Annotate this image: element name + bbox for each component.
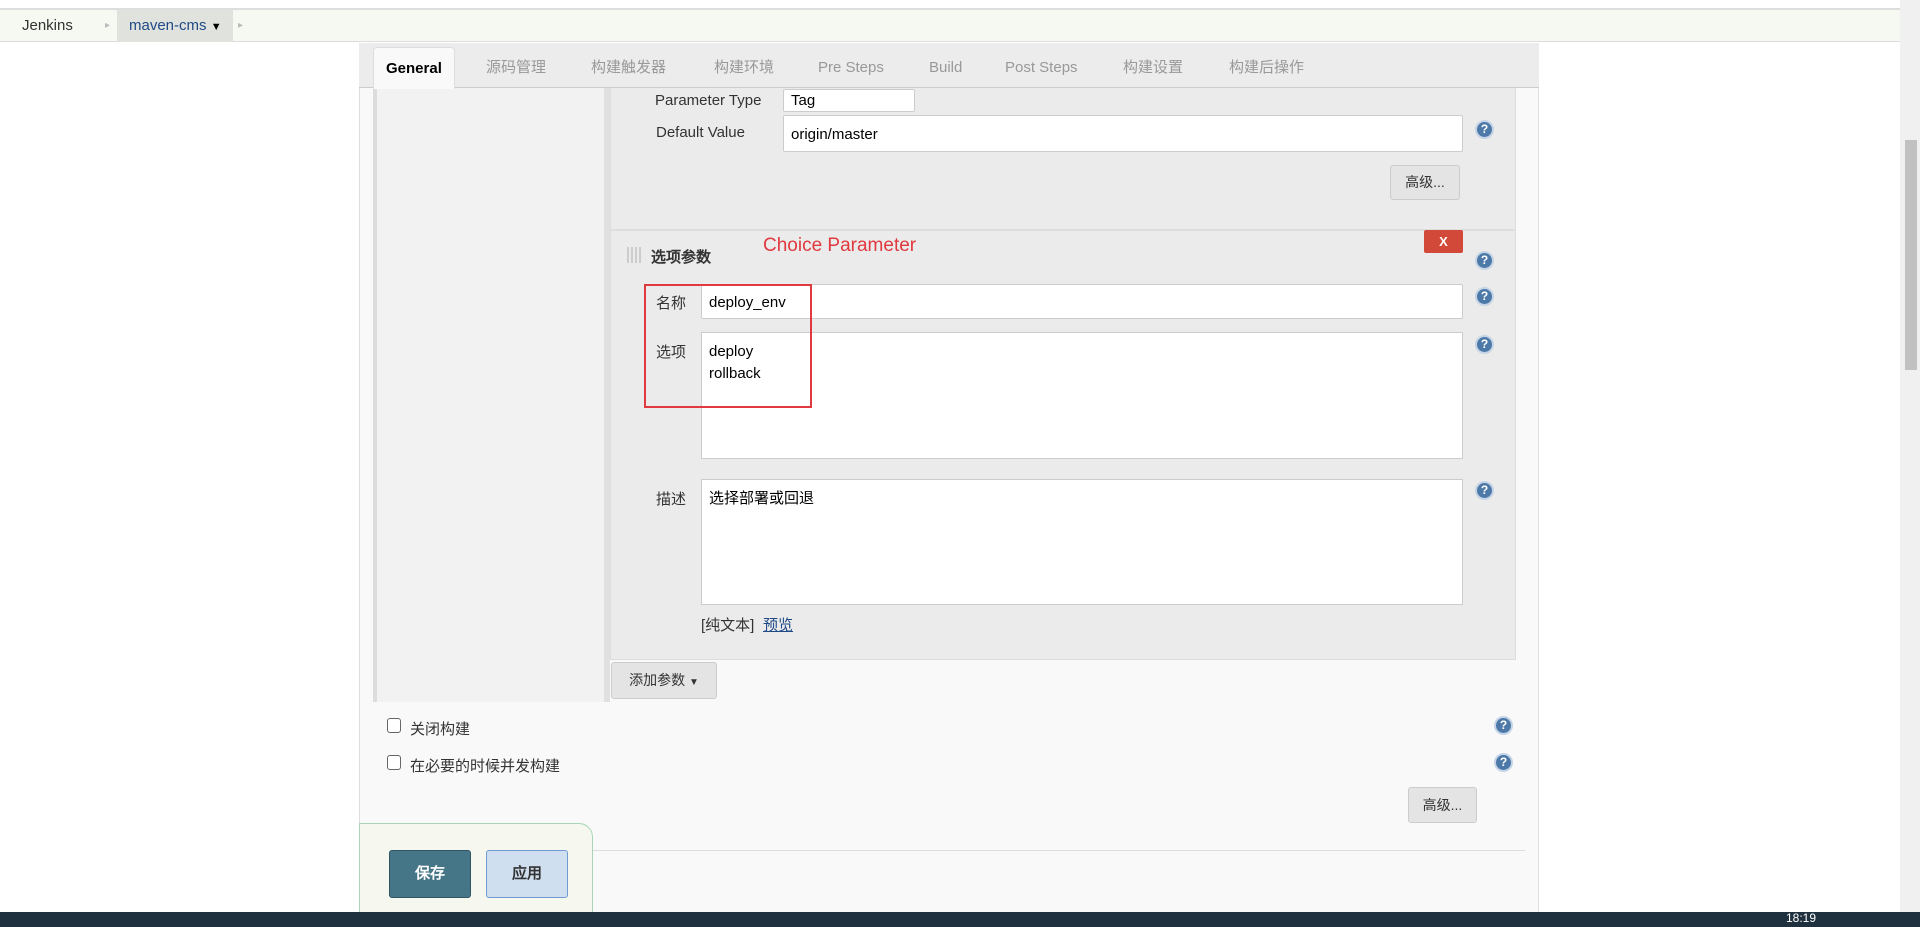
concurrent-build-label: 在必要的时候并发构建 (410, 758, 561, 775)
tab-bar: General 源码管理 构建触发器 构建环境 Pre Steps Build Post S… (359, 43, 1539, 89)
drag-handle-icon[interactable] (627, 247, 641, 263)
disable-build-checkbox[interactable] (387, 718, 401, 733)
help-icon[interactable]: ? (1494, 753, 1513, 772)
choice-param-title: 选项参数 (651, 249, 712, 266)
bottom-sticker: 保存 应用 (359, 823, 593, 918)
apply-button[interactable]: 应用 (486, 850, 568, 898)
tab-1[interactable]: 源码管理 (486, 47, 546, 89)
tab-7[interactable]: 构建设置 (1123, 47, 1183, 89)
advanced-button[interactable]: 高级... (1408, 787, 1477, 823)
breadcrumb-jenkins[interactable]: Jenkins (22, 10, 73, 42)
add-parameter-button[interactable]: 添加参数 ▼ (611, 662, 717, 699)
tab-4[interactable]: Pre Steps (818, 47, 884, 89)
breadcrumb: Jenkins ▸ maven-cms ▼ ▸ (0, 10, 1900, 42)
advanced-button[interactable]: 高级... (1390, 165, 1460, 200)
breadcrumb-maven-cms[interactable]: maven-cms ▼ (117, 10, 233, 42)
section-indent (373, 88, 607, 702)
chevron-down-icon[interactable]: ▼ (211, 21, 222, 33)
tab-0[interactable]: General (373, 47, 455, 89)
breadcrumb-separator-icon: ▸ (105, 20, 111, 31)
help-icon[interactable]: ? (1475, 120, 1494, 139)
delete-parameter-button[interactable]: X (1424, 230, 1463, 253)
tab-3[interactable]: 构建环境 (714, 47, 774, 89)
disable-build-label: 关闭构建 (410, 721, 471, 738)
concurrent-build-checkbox[interactable] (387, 755, 401, 770)
chevron-down-icon: ▼ (688, 677, 699, 688)
annotation-box (644, 284, 812, 408)
description-textarea[interactable]: 选择部署或回退 (701, 479, 1463, 605)
default-value-input[interactable]: origin/master (783, 115, 1463, 152)
description-label: 描述 (656, 491, 687, 508)
name-input[interactable]: deploy_env (701, 284, 1463, 319)
add-parameter-label: 添加参数 (629, 672, 686, 688)
parameter-type-label: Parameter Type (655, 92, 762, 109)
help-icon[interactable]: ? (1494, 716, 1513, 735)
tab-8[interactable]: 构建后操作 (1229, 47, 1304, 89)
breadcrumb-separator-icon: ▸ (238, 20, 244, 31)
clock: 18:19 (1786, 911, 1817, 925)
parameter-type-field[interactable]: Tag (783, 89, 915, 112)
string-parameter-block: Parameter Type Tag Default Value origin/… (610, 88, 1516, 230)
save-button[interactable]: 保存 (389, 850, 471, 898)
default-value-label: Default Value (656, 124, 745, 141)
tab-6[interactable]: Post Steps (1005, 47, 1078, 89)
window-top (0, 0, 1900, 10)
help-icon[interactable]: ? (1475, 481, 1494, 500)
tab-5[interactable]: Build (929, 47, 962, 89)
taskbar: 18:19 (0, 912, 1920, 927)
breadcrumb-label: maven-cms (129, 17, 207, 34)
tab-2[interactable]: 构建触发器 (591, 47, 666, 89)
preview-link[interactable]: 预览 (763, 614, 793, 635)
scrollbar-thumb[interactable] (1905, 140, 1917, 370)
help-icon[interactable]: ? (1475, 335, 1494, 354)
scrollbar[interactable] (1900, 0, 1920, 912)
help-icon[interactable]: ? (1475, 251, 1494, 270)
plain-text-label: [纯文本] (701, 617, 755, 634)
choices-textarea[interactable]: deploy rollback (701, 332, 1463, 459)
help-icon[interactable]: ? (1475, 287, 1494, 306)
annotation-text: Choice Parameter (763, 235, 917, 256)
